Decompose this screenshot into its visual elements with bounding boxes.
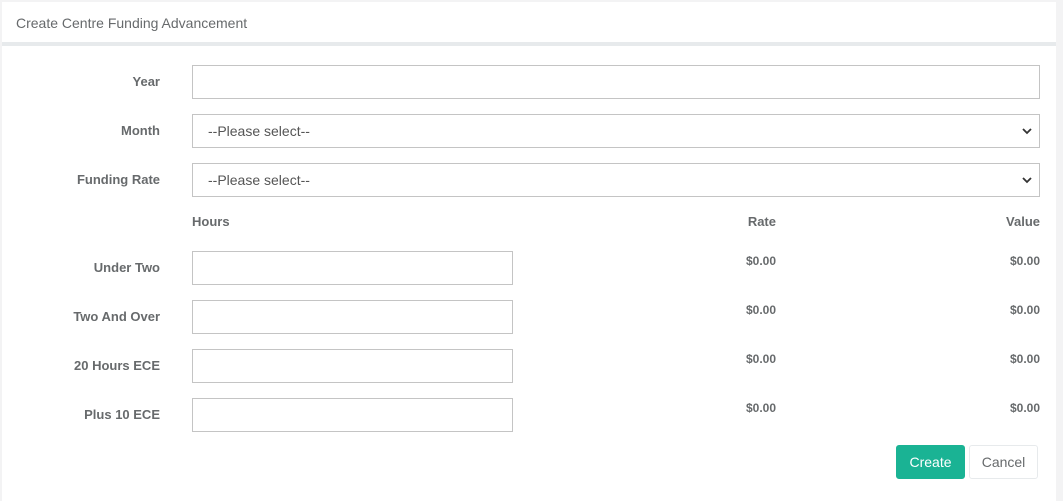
chevron-down-icon [1022,177,1032,184]
under-two-value: $0.00 [1009,254,1040,268]
two-and-over-rate: $0.00 [745,303,776,317]
hours-column-header: Hours [192,214,230,229]
plus-10-ece-rate: $0.00 [745,401,776,415]
twenty-hours-ece-rate: $0.00 [745,352,776,366]
plus-10-ece-hours-input[interactable] [192,398,513,432]
value-column-header: Value [1006,214,1040,229]
two-and-over-value: $0.00 [1009,303,1040,317]
two-and-over-label: Two And Over [73,309,160,324]
funding-rate-select-value: --Please select-- [208,172,310,188]
month-label: Month [121,123,160,138]
funding-rate-select[interactable]: --Please select-- [192,163,1040,197]
year-input[interactable] [192,65,1040,99]
under-two-label: Under Two [93,260,160,275]
plus-10-ece-value: $0.00 [1009,401,1040,415]
plus-10-ece-label: Plus 10 ECE [84,407,160,422]
chevron-down-icon [1022,128,1032,135]
month-select-value: --Please select-- [208,123,310,139]
cancel-button[interactable]: Cancel [969,445,1038,479]
year-label: Year [132,74,160,89]
under-two-hours-input[interactable] [192,251,513,285]
month-select[interactable]: --Please select-- [192,114,1040,148]
twenty-hours-ece-value: $0.00 [1009,352,1040,366]
create-button[interactable]: Create [896,445,965,479]
under-two-rate: $0.00 [745,254,776,268]
rate-column-header: Rate [747,214,776,229]
twenty-hours-ece-label: 20 Hours ECE [74,358,160,373]
funding-rate-label: Funding Rate [76,172,160,187]
twenty-hours-ece-hours-input[interactable] [192,349,513,383]
two-and-over-hours-input[interactable] [192,300,513,334]
panel-title: Create Centre Funding Advancement [2,2,1056,46]
